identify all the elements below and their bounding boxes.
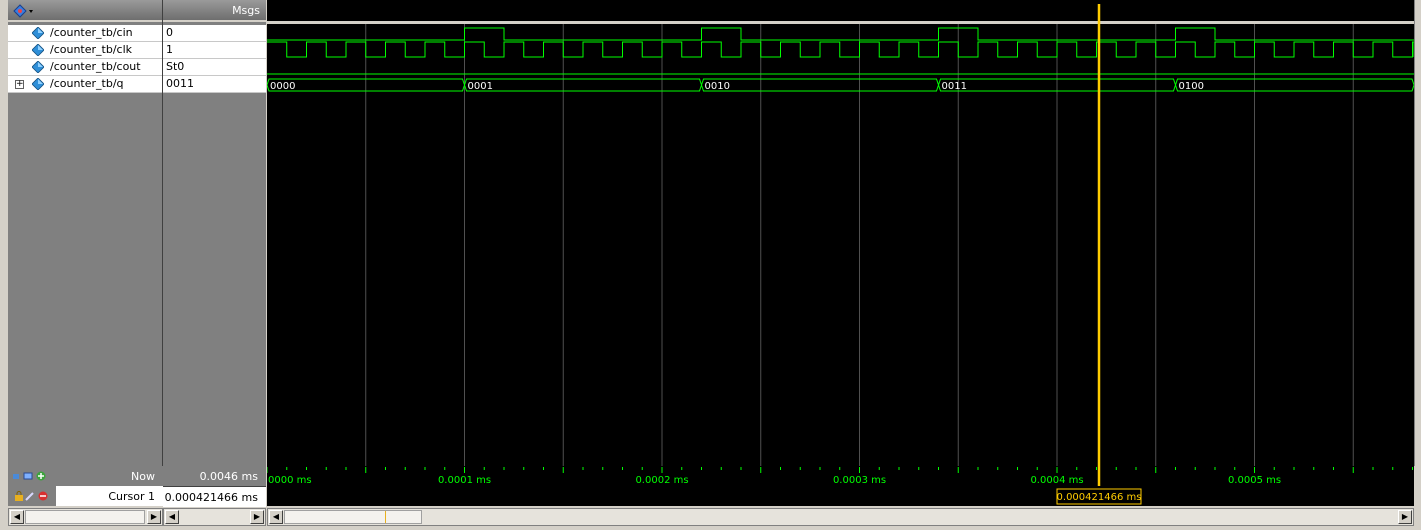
ruler-label: 0000 ms	[268, 475, 312, 486]
scroll-right-button[interactable]: ▶	[250, 510, 264, 524]
signal-diamond-icon	[32, 78, 44, 90]
expand-icon[interactable]: +	[15, 80, 24, 89]
signal-diamond-icon	[32, 44, 44, 56]
cursor-names-pane: Now Cursor 1	[8, 466, 163, 506]
zoom-icon[interactable]	[12, 471, 22, 481]
signal-values-pane: Msgs 0 1 St0 0011	[163, 0, 266, 466]
remove-cursor-icon[interactable]	[38, 491, 48, 501]
waveform-canvas[interactable]: 0000 0001 0010 0011 0100	[267, 0, 1414, 466]
timeline-ruler[interactable]: 0000 ms 0.0001 ms 0.0002 ms 0.0003 ms 0.0004…	[267, 466, 1414, 506]
signal-value: St0	[163, 59, 266, 76]
scroll-thumb[interactable]	[284, 510, 422, 524]
signal-row[interactable]: /counter_tb/clk	[8, 42, 162, 59]
ruler-label: 0.0002 ms	[635, 475, 688, 486]
now-row: Now	[8, 466, 163, 486]
clk-waveform	[267, 41, 1414, 58]
scroll-right-button[interactable]: ▶	[147, 510, 161, 524]
scroll-left-button[interactable]: ◀	[269, 510, 283, 524]
edit-cursor-icon[interactable]	[25, 491, 35, 501]
signal-name: /counter_tb/cout	[50, 60, 141, 73]
ruler-label: 0.0001 ms	[438, 475, 491, 486]
signal-row[interactable]: /counter_tb/cout	[8, 59, 162, 76]
values-header-title: Msgs	[232, 4, 260, 17]
bus-value-label: 0100	[1179, 81, 1204, 92]
signal-name: /counter_tb/q	[50, 77, 124, 90]
bus-value-label: 0001	[468, 81, 493, 92]
ruler-label: 0.0005 ms	[1228, 475, 1281, 486]
bus-value-label: 0010	[705, 81, 730, 92]
names-hscrollbar[interactable]: ◀ ▶	[8, 508, 163, 526]
cursor-value: 0.000421466 ms	[164, 491, 258, 504]
signal-value: 0011	[163, 76, 266, 93]
now-value: 0.0046 ms	[199, 470, 258, 483]
scroll-thumb[interactable]	[25, 510, 145, 524]
signal-diamond-icon	[32, 61, 44, 73]
signal-diamond-icon	[32, 27, 44, 39]
waveform-pane[interactable]: 0000 0001 0010 0011 0100	[267, 0, 1414, 466]
bus-value-label: 0000	[270, 81, 295, 92]
lock-icon[interactable]	[14, 491, 24, 501]
scroll-right-button[interactable]: ▶	[1398, 510, 1412, 524]
bus-segment	[1174, 78, 1414, 92]
vertical-scrollbar[interactable]	[1414, 0, 1421, 466]
ruler-label: 0.0004 ms	[1030, 475, 1083, 486]
scroll-left-button[interactable]: ◀	[165, 510, 179, 524]
add-cursor-icon[interactable]	[36, 471, 46, 481]
waveform-hscrollbar[interactable]: ◀ ▶	[267, 508, 1414, 526]
cursor-icon[interactable]	[23, 471, 33, 481]
ruler-label: 0.0003 ms	[833, 475, 886, 486]
cursor-label: Cursor 1	[108, 490, 155, 503]
signal-row[interactable]: /counter_tb/cin	[8, 25, 162, 42]
cursor-readout: 0.000421466 ms	[1057, 492, 1142, 503]
signal-row[interactable]: + /counter_tb/q	[8, 76, 162, 93]
timeline-pane[interactable]: 0000 ms 0.0001 ms 0.0002 ms 0.0003 ms 0.0004…	[267, 466, 1414, 506]
signal-name: /counter_tb/cin	[50, 26, 133, 39]
signal-names-pane: /counter_tb/cin/counter_tb/clk/counter_t…	[8, 0, 163, 466]
signal-value: 0	[163, 25, 266, 42]
signal-value: 1	[163, 42, 266, 59]
cursor-values-pane: 0.0046 ms 0.000421466 ms	[163, 466, 266, 507]
scroll-left-button[interactable]: ◀	[10, 510, 24, 524]
bus-segment	[700, 78, 940, 92]
bus-segment	[463, 78, 703, 92]
bus-value-label: 0011	[942, 81, 967, 92]
wave-toolbar-icon[interactable]	[12, 4, 34, 18]
values-hscrollbar[interactable]: ◀ ▶	[163, 508, 266, 526]
signal-name: /counter_tb/clk	[50, 43, 133, 56]
now-value-row: 0.0046 ms	[163, 466, 266, 486]
names-header	[8, 0, 162, 22]
cursor-value-row: 0.000421466 ms	[163, 486, 266, 507]
values-header: Msgs	[163, 0, 266, 22]
now-label: Now	[131, 470, 155, 483]
cin-waveform	[267, 27, 1414, 41]
cursor-row: Cursor 1	[8, 486, 163, 506]
